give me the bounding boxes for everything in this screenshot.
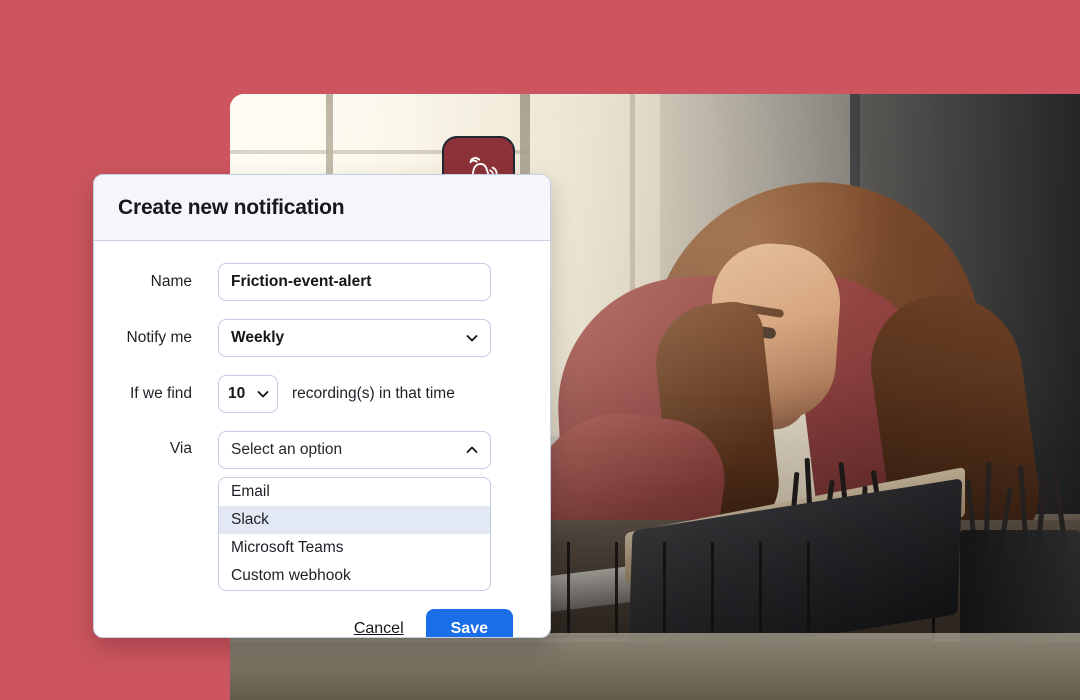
- dialog-title: Create new notification: [118, 195, 345, 219]
- field-row-name: Name: [94, 263, 513, 301]
- label-notify-me: Notify me: [126, 329, 192, 346]
- photo-pencil-cup: [960, 530, 1080, 645]
- via-option-label: Email: [231, 483, 270, 500]
- dialog-header: Create new notification: [94, 175, 550, 241]
- recording-count-select[interactable]: 10: [218, 375, 278, 413]
- via-option-label: Custom webhook: [231, 567, 351, 584]
- page-root: Create new notification Name Notify me W…: [0, 0, 1080, 700]
- chevron-down-icon: [466, 335, 478, 342]
- via-channel-value: Select an option: [231, 441, 343, 458]
- label-name: Name: [150, 273, 192, 290]
- via-option-custom-webhook[interactable]: Custom webhook: [219, 562, 490, 590]
- dialog-body: Name Notify me Weekly: [94, 241, 550, 591]
- field-row-threshold: If we find 10 recording(s) in that time: [94, 375, 513, 413]
- via-option-slack[interactable]: Slack: [219, 506, 490, 534]
- field-row-via: Via Select an option Email Slack Microso…: [94, 431, 513, 591]
- dialog-actions: Cancel Save: [94, 591, 550, 637]
- chevron-down-icon: [257, 391, 269, 398]
- label-via: Via: [169, 440, 192, 457]
- notify-frequency-value: Weekly: [231, 329, 285, 346]
- create-notification-dialog: Create new notification Name Notify me W…: [93, 174, 551, 638]
- photo-desk-front: [230, 642, 1080, 700]
- via-option-microsoft-teams[interactable]: Microsoft Teams: [219, 534, 490, 562]
- field-row-notify-me: Notify me Weekly: [94, 319, 513, 357]
- cancel-button[interactable]: Cancel: [354, 620, 404, 637]
- via-option-email[interactable]: Email: [219, 478, 490, 506]
- notify-frequency-select[interactable]: Weekly: [218, 319, 491, 357]
- via-channel-select[interactable]: Select an option: [218, 431, 491, 469]
- name-input[interactable]: [218, 263, 491, 301]
- via-options-dropdown[interactable]: Email Slack Microsoft Teams Custom webho…: [218, 477, 491, 591]
- via-option-label: Slack: [231, 511, 269, 528]
- chevron-up-icon: [466, 446, 478, 453]
- recording-count-value: 10: [228, 385, 246, 402]
- via-option-label: Microsoft Teams: [231, 539, 344, 556]
- threshold-suffix-text: recording(s) in that time: [292, 385, 455, 402]
- save-button[interactable]: Save: [425, 609, 513, 637]
- label-if-we-find: If we find: [129, 385, 192, 402]
